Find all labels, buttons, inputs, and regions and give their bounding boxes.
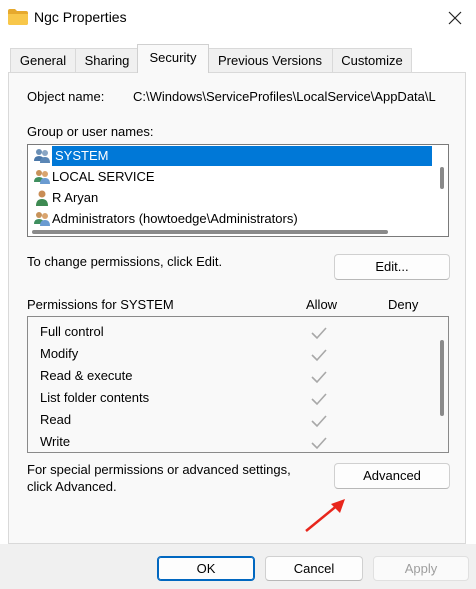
permission-name: List folder contents xyxy=(40,390,150,405)
permission-name: Read & execute xyxy=(40,368,133,383)
users-group-icon xyxy=(34,212,50,226)
tab-label: Customize xyxy=(341,53,403,68)
user-list-horizontal-scrollbar[interactable] xyxy=(32,230,388,234)
close-button[interactable] xyxy=(436,0,476,36)
user-list-vertical-scrollbar[interactable] xyxy=(440,167,444,189)
edit-button[interactable]: Edit... xyxy=(334,254,450,280)
allow-column-header: Allow xyxy=(306,297,338,312)
tab-label: Sharing xyxy=(84,53,130,68)
permission-row: Full control xyxy=(40,321,104,343)
permissions-header: Permissions for SYSTEM xyxy=(27,297,174,312)
window-title: Ngc Properties xyxy=(34,9,127,25)
users-group-icon xyxy=(34,170,50,184)
user-name: SYSTEM xyxy=(52,146,432,166)
list-item-local-service[interactable]: LOCAL SERVICE xyxy=(30,167,430,187)
permission-row: List folder contents xyxy=(40,387,149,409)
advanced-button[interactable]: Advanced xyxy=(334,463,450,489)
permission-name: Modify xyxy=(40,346,79,361)
permission-name: Full control xyxy=(40,324,104,339)
ok-button[interactable]: OK xyxy=(157,556,255,581)
annotation-arrow-icon xyxy=(305,499,345,532)
cancel-button-label: Cancel xyxy=(293,561,335,576)
tab-previous-versions[interactable]: Previous Versions xyxy=(207,48,333,72)
change-permissions-hint: To change permissions, click Edit. xyxy=(27,254,223,269)
allow-check-icon xyxy=(311,437,327,450)
folder-icon xyxy=(8,9,28,25)
user-name: LOCAL SERVICE xyxy=(52,169,155,184)
security-panel: Object name: C:\Windows\ServiceProfiles\… xyxy=(8,72,466,544)
ok-button-label: OK xyxy=(196,561,216,576)
tab-general[interactable]: General xyxy=(10,48,76,72)
apply-button-label: Apply xyxy=(404,561,438,576)
object-name-value: C:\Windows\ServiceProfiles\LocalService\… xyxy=(133,89,436,104)
dialog-footer: OK Cancel Apply xyxy=(0,544,476,589)
tab-strip: General Sharing Security Previous Versio… xyxy=(0,44,476,73)
allow-check-icon xyxy=(311,371,327,384)
tab-customize[interactable]: Customize xyxy=(332,48,412,72)
edit-button-label: Edit... xyxy=(375,259,409,274)
permission-row: Read xyxy=(40,409,71,431)
users-group-icon xyxy=(34,149,50,163)
user-name: R Aryan xyxy=(52,190,99,205)
permission-name: Read xyxy=(40,412,72,427)
apply-button[interactable]: Apply xyxy=(373,556,469,581)
list-item-r-aryan[interactable]: R Aryan xyxy=(30,188,430,208)
list-item-system[interactable]: SYSTEM xyxy=(30,146,432,166)
tab-security[interactable]: Security xyxy=(137,44,209,73)
permissions-vertical-scrollbar[interactable] xyxy=(440,340,444,416)
advanced-button-label: Advanced xyxy=(363,468,421,483)
title-bar: Ngc Properties xyxy=(0,0,476,36)
close-icon xyxy=(448,11,462,25)
advanced-hint-line1: For special permissions or advanced sett… xyxy=(27,462,291,477)
cancel-button[interactable]: Cancel xyxy=(265,556,363,581)
tab-label: Security xyxy=(149,50,197,65)
deny-column-header: Deny xyxy=(388,297,419,312)
allow-check-icon xyxy=(311,393,327,406)
tab-label: Previous Versions xyxy=(217,53,323,68)
user-icon xyxy=(36,190,48,206)
allow-check-icon xyxy=(311,327,327,340)
advanced-hint-line2: click Advanced. xyxy=(27,479,117,494)
permission-name: Write xyxy=(40,434,71,449)
tab-label: General xyxy=(19,53,67,68)
user-list[interactable]: SYSTEM LOCAL SERVICE R Aryan Administrat… xyxy=(27,144,449,237)
allow-check-icon xyxy=(311,415,327,428)
permission-row: Modify xyxy=(40,343,78,365)
permission-row: Write xyxy=(40,431,71,452)
object-name-label: Object name: xyxy=(27,89,105,104)
group-names-label: Group or user names: xyxy=(27,124,154,139)
permissions-list: Full control Modify Read & execute List … xyxy=(27,316,449,453)
allow-check-icon xyxy=(311,349,327,362)
list-item-administrators[interactable]: Administrators (howtoedge\Administrators… xyxy=(30,209,430,229)
tab-sharing[interactable]: Sharing xyxy=(75,48,139,72)
user-name: Administrators (howtoedge\Administrators… xyxy=(52,211,298,226)
permission-row: Read & execute xyxy=(40,365,133,387)
